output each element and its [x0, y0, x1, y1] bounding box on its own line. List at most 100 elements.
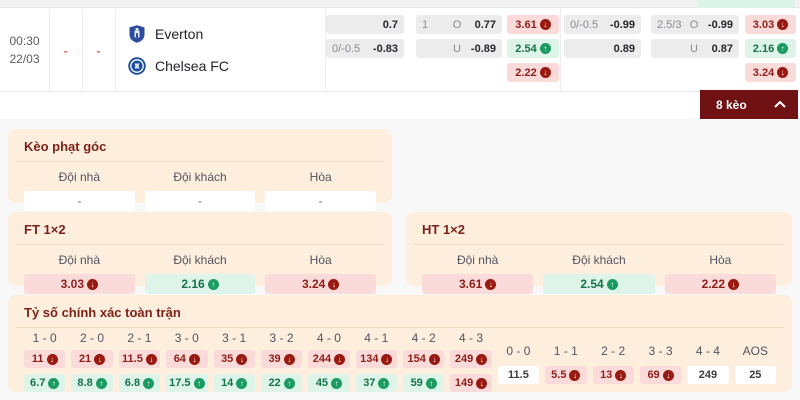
odds-g1-under[interactable]: U -0.89	[416, 39, 502, 58]
score-odds-cell[interactable]: 11 ↓	[24, 350, 66, 368]
odds-down-icon: ↓	[428, 353, 440, 365]
odds-g2-hdp-home[interactable]: 0/-0.5 -0.99	[564, 15, 641, 34]
odds-value: 25	[749, 369, 762, 381]
odds-value: 249	[454, 353, 474, 365]
odds-g1-1x2-home[interactable]: 3.61 ↓	[507, 15, 559, 34]
score-label: 3 - 1	[222, 331, 247, 345]
ft-draw-odds-cell[interactable]: 3.24 ↓	[265, 274, 377, 294]
score-odds-cell[interactable]: 149 ↓	[450, 374, 492, 392]
odds-value: 21	[78, 353, 92, 365]
away-team-row[interactable]: Chelsea FC	[127, 56, 325, 76]
score-odds-cell[interactable]: 59 ↑	[403, 374, 445, 392]
odds-down-icon: ↓	[381, 353, 393, 365]
score-column-3-2: 3 - 2 39 ↓ 22 ↑	[260, 331, 303, 392]
ht-card-title: HT 1×2	[414, 220, 784, 245]
score-odds-cell[interactable]: 69 ↓	[639, 366, 682, 384]
ht-away-odds-cell[interactable]: 2.54 ↑	[543, 274, 655, 294]
odds-down-icon: ↓	[283, 353, 295, 365]
odds-g1-over[interactable]: 1 O 0.77	[416, 15, 502, 34]
score-odds-cell[interactable]: 6.7 ↑	[24, 374, 66, 392]
score-column-3-1: 3 - 1 35 ↓ 14 ↑	[213, 331, 255, 392]
odds-value: 39	[268, 353, 281, 365]
odds-value: -0.99	[609, 18, 635, 31]
odds-down-icon: ↓	[87, 278, 99, 290]
away-column-label: Đội khách	[173, 253, 227, 267]
score-odds-cell[interactable]: 37 ↑	[355, 374, 397, 392]
score-label: 3 - 3	[648, 344, 673, 358]
odds-value: 37	[363, 377, 376, 389]
odds-down-icon: ↓	[569, 369, 581, 381]
score-odds-cell[interactable]: 11.5 ↓	[118, 350, 161, 368]
score-odds-cell[interactable]: 39 ↓	[260, 350, 303, 368]
home-column-label: Đội nhà	[58, 170, 101, 184]
match-time-column: 00:30 22/03	[0, 9, 49, 91]
score-odds-cell[interactable]: 13 ↓	[592, 366, 634, 384]
score-odds-cell[interactable]: 11.5	[497, 366, 540, 384]
keo-count-toggle-button[interactable]: 8 kèo	[700, 90, 798, 119]
line-label: 2.5/3	[657, 18, 682, 31]
corner-home-odds-cell: -	[24, 191, 135, 211]
ft-away-odds-cell[interactable]: 2.16 ↑	[144, 274, 256, 294]
keo-count-label: 8 kèo	[716, 97, 747, 112]
chelsea-crest-icon	[128, 57, 146, 75]
score-column-2-0: 2 - 0 21 ↓ 8.8 ↑	[71, 331, 113, 392]
odds-up-icon: ↑	[236, 377, 248, 389]
score-odds-cell[interactable]: 154 ↓	[403, 350, 445, 368]
odds-g1-hdp-home[interactable]: 0.7	[326, 15, 404, 34]
odds-g1-1x2-away[interactable]: 2.54 ↑	[507, 39, 559, 58]
score-label: 3 - 2	[269, 331, 294, 345]
score-label: 4 - 3	[459, 331, 484, 345]
score-odds-cell[interactable]: 249	[687, 366, 729, 384]
previous-row-odds-fragment	[698, 0, 795, 8]
ht-draw-odds-cell[interactable]: 2.22 ↓	[664, 274, 776, 294]
score-odds-cell[interactable]: 5.5 ↓	[545, 366, 587, 384]
score-odds-cell[interactable]: 8.8 ↑	[71, 374, 113, 392]
odds-value: 134	[360, 353, 379, 365]
odds-up-icon: ↑	[95, 377, 107, 389]
match-date: 22/03	[9, 52, 40, 66]
odds-value: 11.5	[122, 353, 143, 365]
home-team-name: Everton	[155, 26, 204, 42]
score-column-4-3: 4 - 3 249 ↓ 149 ↓	[450, 331, 492, 392]
score-odds-cell[interactable]: 17.5 ↑	[166, 374, 208, 392]
corner-draw-odds-cell: -	[265, 191, 377, 211]
score-odds-cell[interactable]: 14 ↑	[213, 374, 255, 392]
score-label: 4 - 2	[411, 331, 436, 345]
ft-home-odds-cell[interactable]: 3.03 ↓	[24, 274, 135, 294]
odds-g2-1x2-draw[interactable]: 3.24 ↓	[745, 63, 796, 82]
corner-odds-card: Kèo phạt góc Đội nhà - Đội khách - Hòa -	[8, 129, 392, 211]
odds-g2-1x2-away[interactable]: 2.16 ↑	[745, 39, 796, 58]
odds-g2-hdp-away[interactable]: 0.89	[564, 39, 641, 58]
score-odds-cell[interactable]: 22 ↑	[260, 374, 303, 392]
odds-g1-hdp-away[interactable]: 0/-0.5 -0.83	[326, 39, 404, 58]
score-odds-cell[interactable]: 244 ↓	[308, 350, 350, 368]
score-odds-cell[interactable]: 134 ↓	[355, 350, 397, 368]
odds-down-icon: ↓	[539, 19, 551, 30]
ft-1x2-card: FT 1×2 Đội nhà 3.03 ↓ Đội khách 2.16 ↑ H…	[8, 212, 392, 294]
score-label: 4 - 1	[364, 331, 389, 345]
odds-value: 17.5	[169, 377, 191, 389]
odds-g2-over[interactable]: 2.5/3 O -0.99	[651, 15, 739, 34]
match-row: 00:30 22/03 - - Everton Chelsea FC 0.7 0…	[0, 9, 800, 92]
score-odds-cell[interactable]: 64 ↓	[166, 350, 208, 368]
score-column-4-0: 4 - 0 244 ↓ 45 ↑	[308, 331, 350, 392]
score-placeholder-1: -	[63, 42, 68, 58]
odds-up-icon: ↑	[143, 377, 155, 389]
score-odds-cell[interactable]: 45 ↑	[308, 374, 350, 392]
score-odds-cell[interactable]: 249 ↓	[450, 350, 492, 368]
score-label: 3 - 0	[174, 331, 199, 345]
score-odds-cell[interactable]: 6.8 ↑	[118, 374, 161, 392]
score-odds-cell[interactable]: 35 ↓	[213, 350, 255, 368]
home-team-row[interactable]: Everton	[127, 24, 325, 44]
odds-value: -0.89	[470, 42, 496, 55]
odds-g2-1x2-home[interactable]: 3.03 ↓	[745, 15, 796, 34]
ht-1x2-card: HT 1×2 Đội nhà 3.61 ↓ Đội khách 2.54 ↑ H…	[406, 212, 792, 294]
ht-home-odds-cell[interactable]: 3.61 ↓	[422, 274, 534, 294]
score-odds-cell[interactable]: 25	[734, 366, 776, 384]
away-team-name: Chelsea FC	[155, 58, 229, 74]
odds-g1-1x2-draw[interactable]: 2.22 ↓	[507, 63, 559, 82]
score-odds-cell[interactable]: 21 ↓	[71, 350, 113, 368]
odds-value: 3.61	[515, 18, 537, 31]
odds-g2-under[interactable]: U 0.87	[651, 39, 739, 58]
odds-value: -0.83	[372, 42, 398, 55]
